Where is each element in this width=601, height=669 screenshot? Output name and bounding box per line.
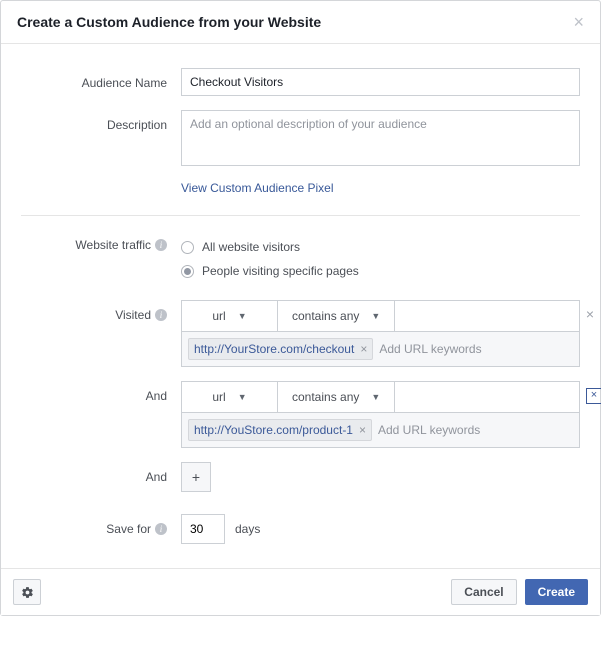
select-op-1[interactable]: contains any ▼ xyxy=(278,301,395,331)
chip-remove-icon[interactable]: × xyxy=(360,342,367,356)
close-icon[interactable]: × xyxy=(573,13,584,31)
chevron-down-icon: ▼ xyxy=(371,392,380,402)
rule-container-1: url ▼ contains any ▼ http://YourStore.co… xyxy=(181,300,580,367)
custom-audience-modal: Create a Custom Audience from your Websi… xyxy=(0,0,601,616)
add-rule-button[interactable]: + xyxy=(181,462,211,492)
description-textarea[interactable] xyxy=(181,110,580,166)
row-add-rule: And + xyxy=(21,462,580,492)
radio-circle-icon xyxy=(181,241,194,254)
select-op-2-label: contains any xyxy=(292,390,359,404)
label-and-2: And xyxy=(146,470,167,484)
info-icon[interactable]: i xyxy=(155,523,167,535)
select-field-1[interactable]: url ▼ xyxy=(182,301,278,331)
remove-rule-1[interactable]: × xyxy=(578,306,601,322)
row-rule-1: Visited i url ▼ contains any ▼ xyxy=(21,300,580,367)
select-field-1-label: url xyxy=(212,309,225,323)
close-icon: × xyxy=(586,388,601,404)
row-save-for: Save for i days xyxy=(21,514,580,544)
select-field-2[interactable]: url ▼ xyxy=(182,382,278,412)
info-icon[interactable]: i xyxy=(155,239,167,251)
label-save-for: Save for xyxy=(106,522,151,536)
radio-specific-pages[interactable]: People visiting specific pages xyxy=(181,264,580,278)
row-website-traffic: Website traffic i All website visitors P… xyxy=(21,238,580,278)
create-button[interactable]: Create xyxy=(525,579,588,605)
modal-header: Create a Custom Audience from your Websi… xyxy=(1,1,600,44)
select-op-1-label: contains any xyxy=(292,309,359,323)
label-visited: Visited xyxy=(115,308,151,322)
chip-remove-icon[interactable]: × xyxy=(359,423,366,437)
label-and-1: And xyxy=(146,389,167,403)
gear-icon xyxy=(21,586,34,599)
url-chip-1: http://YourStore.com/checkout × xyxy=(188,338,373,360)
view-pixel-link[interactable]: View Custom Audience Pixel xyxy=(181,181,334,195)
select-op-2[interactable]: contains any ▼ xyxy=(278,382,395,412)
row-audience-name: Audience Name xyxy=(21,68,580,96)
row-rule-2: And url ▼ contains any ▼ xyxy=(21,381,580,448)
chevron-down-icon: ▼ xyxy=(238,311,247,321)
label-website-traffic: Website traffic xyxy=(75,238,151,252)
radio-all-visitors[interactable]: All website visitors xyxy=(181,240,580,254)
modal-footer: Cancel Create xyxy=(1,568,600,615)
save-for-days-input[interactable] xyxy=(181,514,225,544)
radio-all-visitors-label: All website visitors xyxy=(202,240,300,254)
url-keywords-input-2[interactable] xyxy=(378,423,573,437)
url-keywords-input-1[interactable] xyxy=(379,342,573,356)
select-field-2-label: url xyxy=(212,390,225,404)
label-audience-name: Audience Name xyxy=(21,68,181,90)
remove-rule-2[interactable]: × xyxy=(586,387,601,404)
modal-title: Create a Custom Audience from your Websi… xyxy=(17,14,321,30)
url-chip-2-text: http://YouStore.com/product-1 xyxy=(194,423,353,437)
label-description: Description xyxy=(21,110,181,132)
chevron-down-icon: ▼ xyxy=(238,392,247,402)
info-icon[interactable]: i xyxy=(155,309,167,321)
audience-name-input[interactable] xyxy=(181,68,580,96)
gear-button[interactable] xyxy=(13,579,41,605)
save-for-unit: days xyxy=(235,522,260,536)
row-pixel-link: View Custom Audience Pixel xyxy=(181,175,580,215)
url-chip-1-text: http://YourStore.com/checkout xyxy=(194,342,354,356)
chevron-down-icon: ▼ xyxy=(371,311,380,321)
radio-circle-icon xyxy=(181,265,194,278)
row-description: Description xyxy=(21,110,580,169)
rule-container-2: url ▼ contains any ▼ http://YouStore.com… xyxy=(181,381,580,448)
divider xyxy=(21,215,580,216)
cancel-button[interactable]: Cancel xyxy=(451,579,516,605)
url-chip-2: http://YouStore.com/product-1 × xyxy=(188,419,372,441)
radio-specific-pages-label: People visiting specific pages xyxy=(202,264,359,278)
modal-body: Audience Name Description View Custom Au… xyxy=(1,44,600,568)
